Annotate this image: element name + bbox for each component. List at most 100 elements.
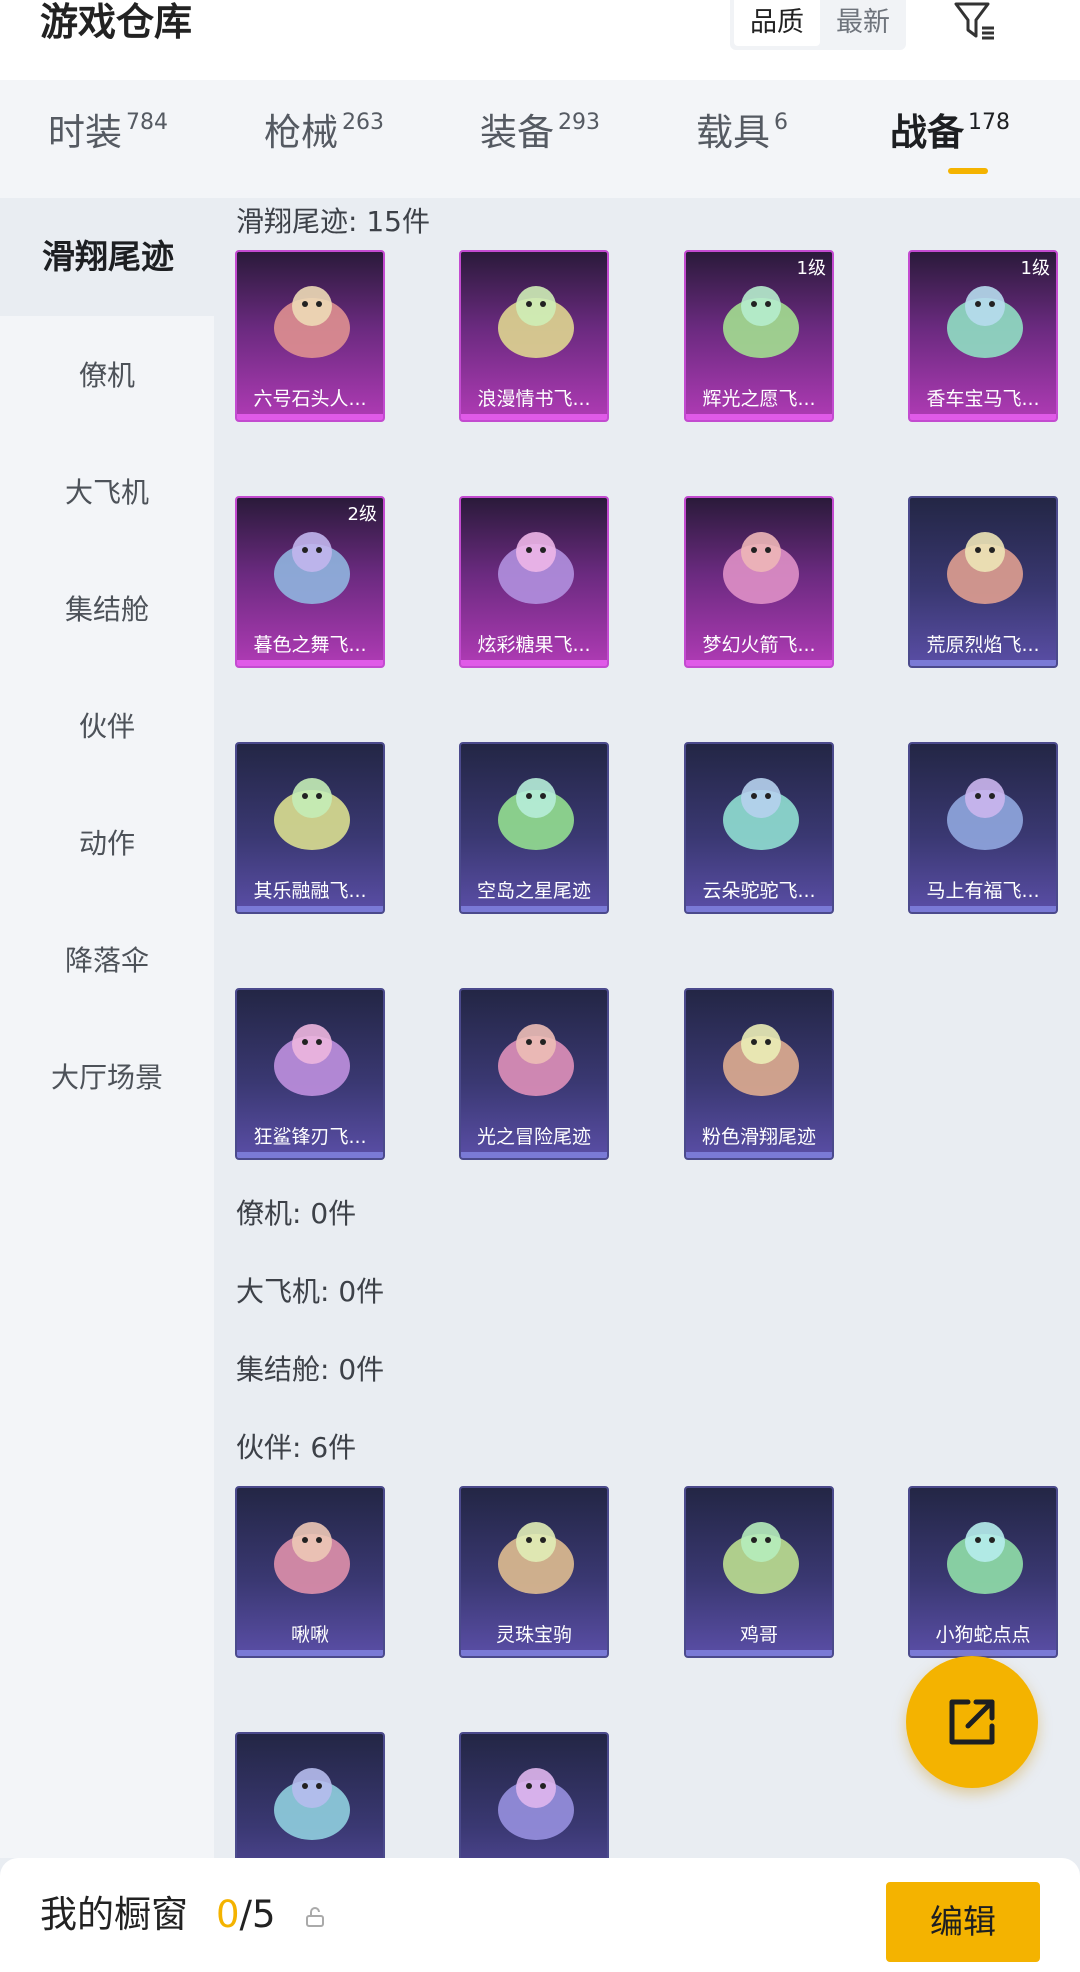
glide-item-card[interactable]: 粉色滑翔尾迹 <box>684 988 834 1160</box>
rarity-bar <box>910 414 1056 420</box>
glide-item-card[interactable]: 1级辉光之愿飞... <box>684 250 834 422</box>
glide-item-card[interactable]: 光之冒险尾迹 <box>459 988 609 1160</box>
rarity-bar <box>461 660 607 666</box>
partner-item-card[interactable] <box>235 1732 385 1858</box>
tab-label: 时装 <box>48 111 122 154</box>
sidebar-item-glide-trail[interactable]: 滑翔尾迹 <box>0 198 216 316</box>
item-name: 鸡哥 <box>739 1624 778 1646</box>
rarity-bar <box>910 660 1056 666</box>
glide-item-card[interactable]: 梦幻火箭飞... <box>684 496 834 668</box>
tab-count: 178 <box>968 110 1010 135</box>
glide-item-card[interactable]: 其乐融融飞... <box>235 742 385 914</box>
item-name: 暮色之舞飞... <box>253 634 367 656</box>
section-title-wingman: 僚机: 0件 <box>236 1197 357 1230</box>
level-badge: 1级 <box>1020 258 1050 279</box>
sidebar-item-wingman[interactable]: 僚机 <box>0 356 214 396</box>
rarity-bar <box>237 414 383 420</box>
item-thumbnail <box>947 778 1023 850</box>
sidebar-item-lobby-scene[interactable]: 大厅场景 <box>0 1058 214 1098</box>
glide-item-card[interactable]: 2级 暮色之舞飞... <box>235 496 385 668</box>
item-name: 六号石头人... <box>253 388 367 410</box>
edit-button[interactable]: 编辑 <box>886 1882 1040 1962</box>
showcase-count: 0/5 <box>216 1890 276 1940</box>
item-name: 炫彩糖果飞... <box>477 634 591 656</box>
sidebar-item-rally-pod[interactable]: 集结舱 <box>0 590 214 630</box>
partner-item-card[interactable] <box>459 1732 609 1858</box>
app-root: 游戏仓库 品质 最新 时装 784 枪械 263 装备 293 载具 6 战备 1 <box>0 0 1080 1972</box>
share-icon <box>949 1699 995 1745</box>
sort-option-quality[interactable]: 品质 <box>734 0 820 46</box>
item-name: 辉光之愿飞... <box>702 388 816 410</box>
item-name: 啾啾 <box>290 1624 329 1646</box>
item-thumbnail <box>274 1522 350 1594</box>
item-list: 滑翔尾迹: 15件 六号石头人... 浪漫情书飞... 1级 辉光之愿飞... 1级 香车… <box>214 198 1080 1858</box>
rarity-bar <box>461 1650 607 1656</box>
rarity-bar <box>910 1650 1056 1656</box>
tab-label: 装备 <box>480 111 554 154</box>
rarity-bar <box>237 1650 383 1656</box>
page-title: 游戏仓库 <box>40 0 193 44</box>
sidebar-item-big-plane[interactable]: 大飞机 <box>0 473 214 513</box>
showcase-total: /5 <box>239 1893 276 1936</box>
item-thumbnail <box>274 778 350 850</box>
glide-item-card[interactable]: 空岛之星尾迹 <box>459 742 609 914</box>
item-thumbnail <box>498 532 574 604</box>
section-title-partner: 伙伴: 6件 <box>236 1431 357 1464</box>
rarity-bar <box>237 1152 383 1158</box>
sidebar-item-emote[interactable]: 动作 <box>0 824 214 864</box>
partner-item-card[interactable]: 鸡哥 <box>684 1486 834 1658</box>
glide-item-card[interactable]: 马上有福飞... <box>908 742 1058 914</box>
item-name: 浪漫情书飞... <box>477 388 591 410</box>
glide-item-card[interactable]: 浪漫情书飞... <box>459 250 609 422</box>
tab-vehicles[interactable]: 载具 6 <box>648 80 864 198</box>
item-name: 云朵驼驼飞... <box>702 880 816 902</box>
sidebar-item-partner[interactable]: 伙伴 <box>0 707 214 747</box>
showcase-current: 0 <box>216 1893 240 1936</box>
tab-label: 枪械 <box>264 111 338 154</box>
glide-item-card[interactable]: 狂鲨锋刃飞... <box>235 988 385 1160</box>
item-thumbnail <box>723 532 799 604</box>
glide-item-card[interactable]: 荒原烈焰飞... <box>908 496 1058 668</box>
sidebar: 滑翔尾迹 僚机 大飞机 集结舱 伙伴 动作 降落伞 大厅场景 <box>0 198 216 1858</box>
glide-item-card[interactable]: 炫彩糖果飞... <box>459 496 609 668</box>
rarity-bar <box>910 906 1056 912</box>
partner-item-card[interactable]: 小狗蛇点点 <box>908 1486 1058 1658</box>
tab-label: 载具 <box>696 111 770 154</box>
glide-item-card[interactable]: 1级香车宝马飞... <box>908 250 1058 422</box>
level-badge: 1级 <box>796 258 826 279</box>
lock-icon <box>304 1906 326 1928</box>
footer-bar: 我的橱窗 0/5 编辑 <box>0 1858 1080 1972</box>
rarity-bar <box>237 906 383 912</box>
item-name: 香车宝马飞... <box>926 388 1040 410</box>
rarity-bar <box>686 414 832 420</box>
glide-item-card[interactable]: 云朵驼驼飞... <box>684 742 834 914</box>
glide-item-card[interactable]: 六号石头人... <box>235 250 385 422</box>
tab-fashion[interactable]: 时装 784 <box>0 80 216 198</box>
item-name: 小狗蛇点点 <box>935 1624 1031 1646</box>
item-name: 空岛之星尾迹 <box>476 880 591 902</box>
filter-icon[interactable] <box>952 0 998 42</box>
item-thumbnail <box>947 286 1023 358</box>
rarity-bar <box>686 906 832 912</box>
tab-equipment[interactable]: 装备 293 <box>432 80 648 198</box>
rarity-bar <box>461 1152 607 1158</box>
partner-item-card[interactable]: 啾啾 <box>235 1486 385 1658</box>
tab-guns[interactable]: 枪械 263 <box>216 80 432 198</box>
share-button[interactable] <box>906 1656 1038 1788</box>
sort-option-newest[interactable]: 最新 <box>820 0 906 50</box>
item-name: 粉色滑翔尾迹 <box>701 1126 816 1148</box>
item-thumbnail <box>947 532 1023 604</box>
partner-item-card[interactable]: 灵珠宝驹 <box>459 1486 609 1658</box>
rarity-bar <box>461 414 607 420</box>
rarity-bar <box>461 906 607 912</box>
item-thumbnail <box>274 532 350 604</box>
rarity-bar <box>686 1152 832 1158</box>
tab-count: 784 <box>126 110 168 135</box>
item-thumbnail <box>723 1024 799 1096</box>
item-thumbnail <box>498 1024 574 1096</box>
tab-combat-prep[interactable]: 战备 178 <box>864 80 1080 198</box>
sidebar-item-parachute[interactable]: 降落伞 <box>0 941 214 981</box>
tab-count: 6 <box>774 110 788 135</box>
tab-label: 战备 <box>890 111 964 154</box>
showcase-label: 我的橱窗 <box>40 1893 188 1936</box>
